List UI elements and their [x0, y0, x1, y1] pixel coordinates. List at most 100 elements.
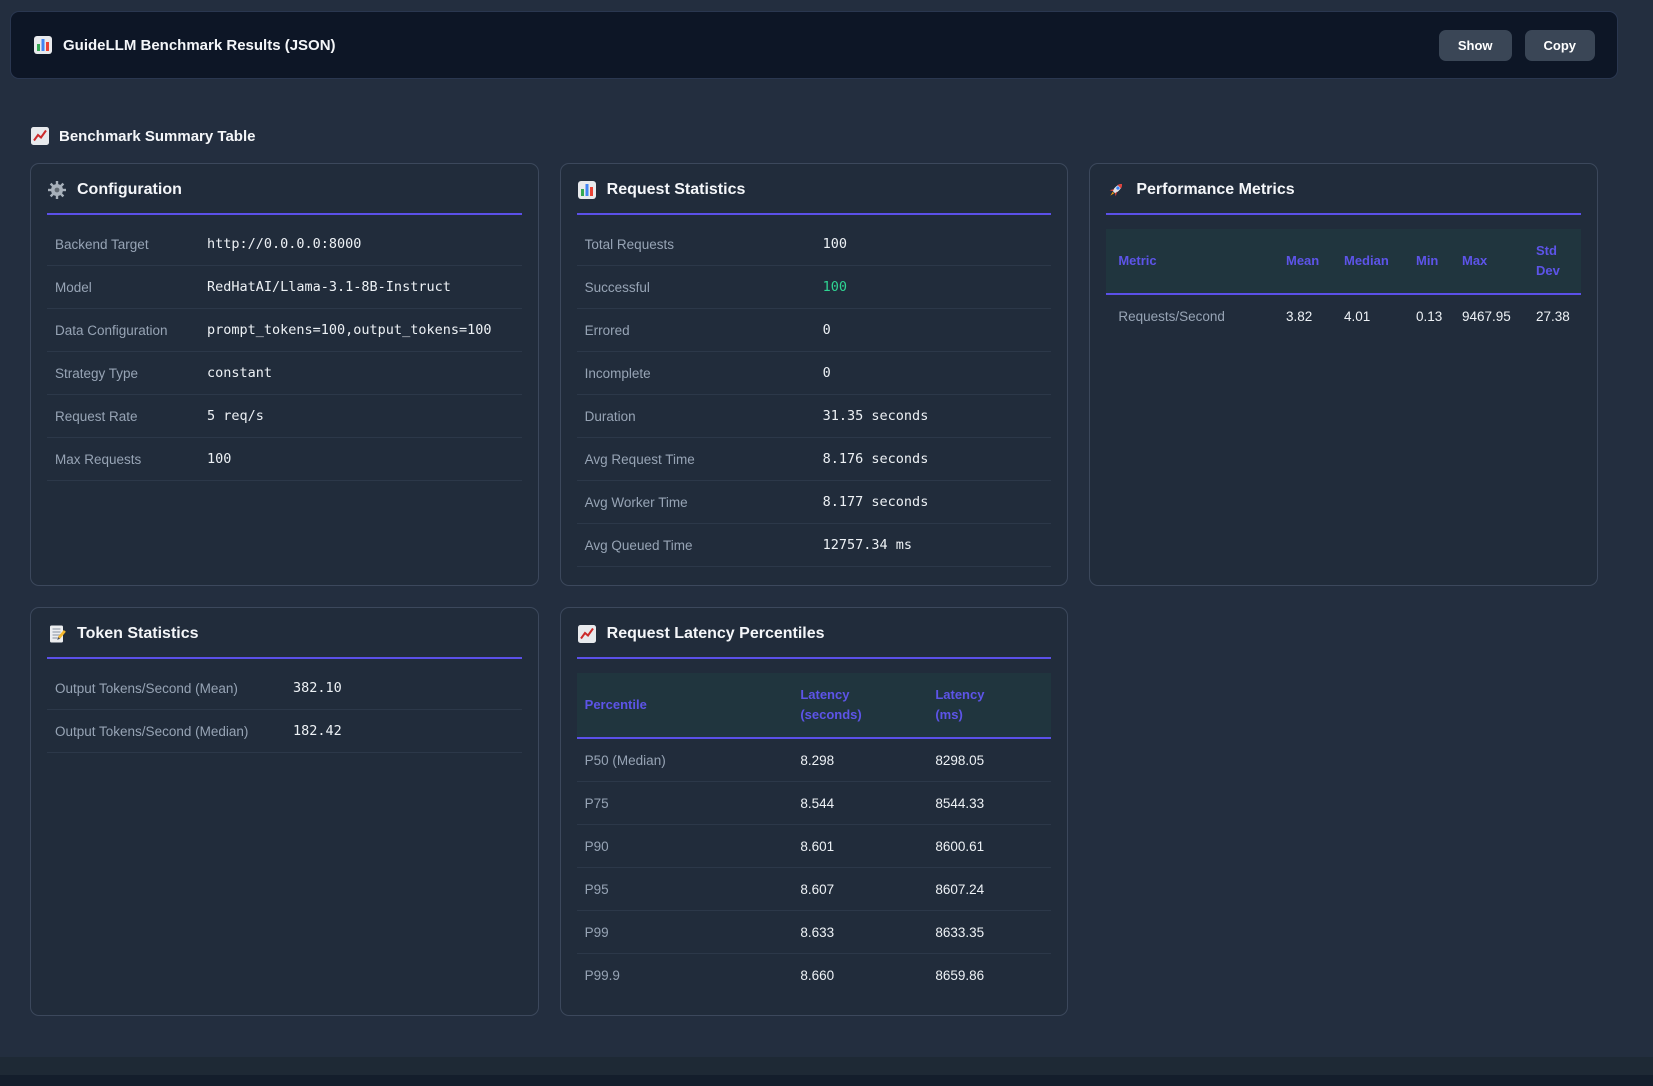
chart-increasing-icon — [577, 624, 597, 644]
latency-seconds: 8.660 — [800, 968, 935, 983]
table-row: P95 8.607 8607.24 — [577, 868, 1052, 911]
latency-ms: 8298.05 — [935, 753, 1051, 768]
stat-label: Request Rate — [55, 409, 207, 424]
section-title: Benchmark Summary Table — [30, 126, 1653, 146]
percentile-name: P50 (Median) — [577, 753, 801, 768]
stat-value: 382.10 — [293, 680, 522, 696]
stat-value: 31.35 seconds — [823, 408, 1052, 424]
configuration-card-title: Configuration — [47, 180, 522, 200]
metric-mean: 3.82 — [1286, 309, 1344, 324]
latency-seconds: 8.607 — [800, 882, 935, 897]
metric-median: 4.01 — [1344, 309, 1416, 324]
stat-label: Incomplete — [585, 366, 823, 381]
percentile-name: P75 — [577, 796, 801, 811]
next-panel-edge — [0, 1075, 1653, 1086]
column-header: Percentile — [577, 695, 801, 715]
latency-percentiles-table: Percentile Latency (seconds) Latency (ms… — [577, 673, 1052, 997]
latency-ms: 8544.33 — [935, 796, 1051, 811]
stat-value: 8.176 seconds — [823, 451, 1052, 467]
table-row: P99 8.633 8633.35 — [577, 911, 1052, 954]
gear-icon — [47, 180, 67, 200]
stat-label: Output Tokens/Second (Mean) — [55, 681, 293, 696]
configuration-card: Configuration Backend Targethttp://0.0.0… — [30, 163, 539, 586]
stat-row: Errored0 — [577, 309, 1052, 352]
column-header: Std Dev — [1536, 241, 1581, 281]
stat-value: 182.42 — [293, 723, 522, 739]
latency-ms: 8607.24 — [935, 882, 1051, 897]
percentile-name: P90 — [577, 839, 801, 854]
request-statistics-card: Request Statistics Total Requests100 Suc… — [560, 163, 1069, 586]
stat-row: Incomplete0 — [577, 352, 1052, 395]
stat-row: Successful100 — [577, 266, 1052, 309]
percentile-name: P99.9 — [577, 968, 801, 983]
stat-value: http://0.0.0.0:8000 — [207, 236, 522, 252]
accent-rule — [1106, 213, 1581, 215]
latency-ms: 8659.86 — [935, 968, 1051, 983]
section-title-text: Benchmark Summary Table — [59, 128, 255, 145]
stat-value: RedHatAI/Llama-3.1-8B-Instruct — [207, 279, 522, 295]
stat-row: Output Tokens/Second (Mean)382.10 — [47, 667, 522, 710]
column-header: Metric — [1106, 251, 1286, 271]
latency-ms: 8600.61 — [935, 839, 1051, 854]
stat-row: ModelRedHatAI/Llama-3.1-8B-Instruct — [47, 266, 522, 309]
stat-value: 8.177 seconds — [823, 494, 1052, 510]
token-statistics-rows: Output Tokens/Second (Mean)382.10 Output… — [47, 667, 522, 753]
percentile-name: P99 — [577, 925, 801, 940]
latency-seconds: 8.633 — [800, 925, 935, 940]
latency-percentiles-card: Request Latency Percentiles Percentile L… — [560, 607, 1069, 1016]
performance-metrics-title-text: Performance Metrics — [1136, 181, 1294, 199]
stat-row: Strategy Typeconstant — [47, 352, 522, 395]
configuration-rows: Backend Targethttp://0.0.0.0:8000 ModelR… — [47, 223, 522, 481]
column-header: Mean — [1286, 251, 1344, 271]
percentile-name: P95 — [577, 882, 801, 897]
section-bottom-band — [0, 1057, 1653, 1075]
stat-value: 12757.34 ms — [823, 537, 1052, 553]
stat-value: 100 — [207, 451, 522, 467]
stat-label: Avg Request Time — [585, 452, 823, 467]
column-header: Min — [1416, 251, 1462, 271]
configuration-title-text: Configuration — [77, 181, 182, 199]
latency-seconds: 8.298 — [800, 753, 935, 768]
stat-label: Total Requests — [585, 237, 823, 252]
copy-button[interactable]: Copy — [1525, 30, 1596, 61]
stat-label: Duration — [585, 409, 823, 424]
stat-label: Data Configuration — [55, 323, 207, 338]
stat-value: 100 — [823, 236, 1052, 252]
stat-label: Avg Worker Time — [585, 495, 823, 510]
summary-cards: Configuration Backend Targethttp://0.0.0… — [30, 163, 1598, 1016]
stat-label: Strategy Type — [55, 366, 207, 381]
stat-label: Model — [55, 280, 207, 295]
accent-rule — [47, 213, 522, 215]
metric-stddev: 27.38 — [1536, 309, 1581, 324]
performance-metrics-card: Performance Metrics Metric Mean Median M… — [1089, 163, 1598, 586]
stat-label: Avg Queued Time — [585, 538, 823, 553]
accent-rule — [577, 213, 1052, 215]
accent-rule — [47, 657, 522, 659]
stat-value: 5 req/s — [207, 408, 522, 424]
stat-value-success: 100 — [823, 279, 1052, 295]
table-header-row: Percentile Latency (seconds) Latency (ms… — [577, 673, 1052, 739]
token-statistics-card-title: Token Statistics — [47, 624, 522, 644]
bar-chart-icon — [33, 35, 53, 55]
stat-value: 0 — [823, 365, 1052, 381]
request-statistics-title-text: Request Statistics — [607, 181, 746, 199]
metric-name: Requests/Second — [1106, 309, 1286, 324]
table-row: Requests/Second 3.82 4.01 0.13 9467.95 2… — [1106, 295, 1581, 338]
table-row: P75 8.544 8544.33 — [577, 782, 1052, 825]
bar-chart-icon — [577, 180, 597, 200]
token-statistics-title-text: Token Statistics — [77, 625, 199, 643]
stat-row: Duration31.35 seconds — [577, 395, 1052, 438]
stat-row: Max Requests100 — [47, 438, 522, 481]
metric-min: 0.13 — [1416, 309, 1462, 324]
table-header-row: Metric Mean Median Min Max Std Dev — [1106, 229, 1581, 295]
header-actions: Show Copy — [1439, 30, 1595, 61]
stat-label: Max Requests — [55, 452, 207, 467]
stat-label: Backend Target — [55, 237, 207, 252]
show-button[interactable]: Show — [1439, 30, 1512, 61]
table-row: P50 (Median) 8.298 8298.05 — [577, 739, 1052, 782]
latency-percentiles-title-text: Request Latency Percentiles — [607, 625, 825, 643]
stat-row: Avg Worker Time8.177 seconds — [577, 481, 1052, 524]
request-statistics-card-title: Request Statistics — [577, 180, 1052, 200]
performance-metrics-card-title: Performance Metrics — [1106, 180, 1581, 200]
column-header: Latency (seconds) — [800, 685, 935, 725]
